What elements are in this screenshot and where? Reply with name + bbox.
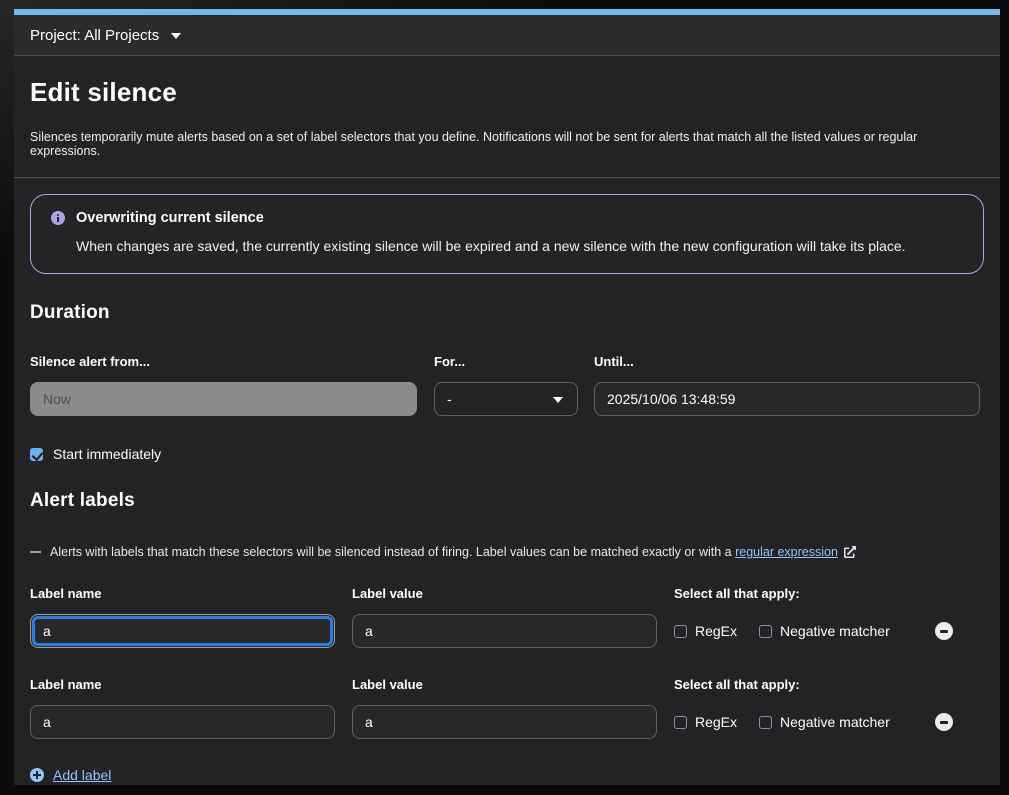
plus-circle-icon xyxy=(30,768,44,782)
matcher-row: RegEx Negative matcher xyxy=(30,614,984,648)
project-selector-label: Project: All Projects xyxy=(30,27,159,44)
select-all-header: Select all that apply: xyxy=(674,677,984,692)
label-value-input[interactable] xyxy=(352,705,657,739)
info-alert-body: When changes are saved, the currently ex… xyxy=(76,238,965,254)
negative-matcher-label: Negative matcher xyxy=(780,623,890,639)
start-immediately-checkbox[interactable] xyxy=(30,448,43,461)
regex-checkbox[interactable] xyxy=(674,716,687,729)
for-duration-selected-value: - xyxy=(447,391,452,407)
select-all-header: Select all that apply: xyxy=(674,586,984,601)
info-icon xyxy=(51,211,65,225)
remove-matcher-button[interactable] xyxy=(935,622,953,640)
label-name-header: Label name xyxy=(30,677,335,692)
regex-checkbox[interactable] xyxy=(674,625,687,638)
page-header: Edit silence Silences temporarily mute a… xyxy=(14,56,1000,178)
matcher-row: RegEx Negative matcher xyxy=(30,705,984,739)
page-title: Edit silence xyxy=(30,77,984,108)
label-name-input[interactable] xyxy=(30,614,335,648)
alert-labels-helper: Alerts with labels that match these sele… xyxy=(30,545,984,559)
chevron-down-icon xyxy=(553,397,563,403)
add-label-link-text: Add label xyxy=(53,767,111,783)
page-description: Silences temporarily mute alerts based o… xyxy=(30,130,984,158)
start-immediately-label: Start immediately xyxy=(53,446,161,462)
label-value-header: Label value xyxy=(352,677,657,692)
info-alert: Overwriting current silence When changes… xyxy=(30,194,984,274)
remove-matcher-button[interactable] xyxy=(935,713,953,731)
info-alert-title: Overwriting current silence xyxy=(76,210,264,226)
matcher-row-headers: Label name Label value Select all that a… xyxy=(30,586,984,601)
silence-from-input xyxy=(30,382,417,416)
for-duration-select[interactable]: - xyxy=(434,382,578,416)
duration-fields: Silence alert from... For... - Until... xyxy=(30,354,984,416)
external-link-icon xyxy=(844,546,856,558)
start-immediately-row: Start immediately xyxy=(30,446,984,462)
for-label: For... xyxy=(434,354,578,369)
matcher-row-headers: Label name Label value Select all that a… xyxy=(30,677,984,692)
chevron-down-icon xyxy=(171,33,181,39)
until-label: Until... xyxy=(594,354,980,369)
project-selector[interactable]: Project: All Projects xyxy=(14,15,1000,56)
regular-expression-link[interactable]: regular expression xyxy=(735,545,838,559)
regex-label: RegEx xyxy=(695,623,737,639)
negative-matcher-checkbox[interactable] xyxy=(759,625,772,638)
negative-matcher-checkbox[interactable] xyxy=(759,716,772,729)
until-input[interactable] xyxy=(594,382,980,416)
silence-from-label: Silence alert from... xyxy=(30,354,417,369)
duration-heading: Duration xyxy=(30,302,984,324)
negative-matcher-label: Negative matcher xyxy=(780,714,890,730)
form-body: Overwriting current silence When changes… xyxy=(14,194,1000,785)
helper-text: Alerts with labels that match these sele… xyxy=(50,545,732,559)
regex-label: RegEx xyxy=(695,714,737,730)
label-value-input[interactable] xyxy=(352,614,657,648)
label-value-header: Label value xyxy=(352,586,657,601)
alert-labels-heading: Alert labels xyxy=(30,490,984,512)
dash-icon xyxy=(30,551,41,553)
console-panel: Project: All Projects Edit silence Silen… xyxy=(14,9,1000,785)
label-name-input[interactable] xyxy=(30,705,335,739)
label-name-header: Label name xyxy=(30,586,335,601)
add-label-button[interactable]: Add label xyxy=(30,767,984,785)
